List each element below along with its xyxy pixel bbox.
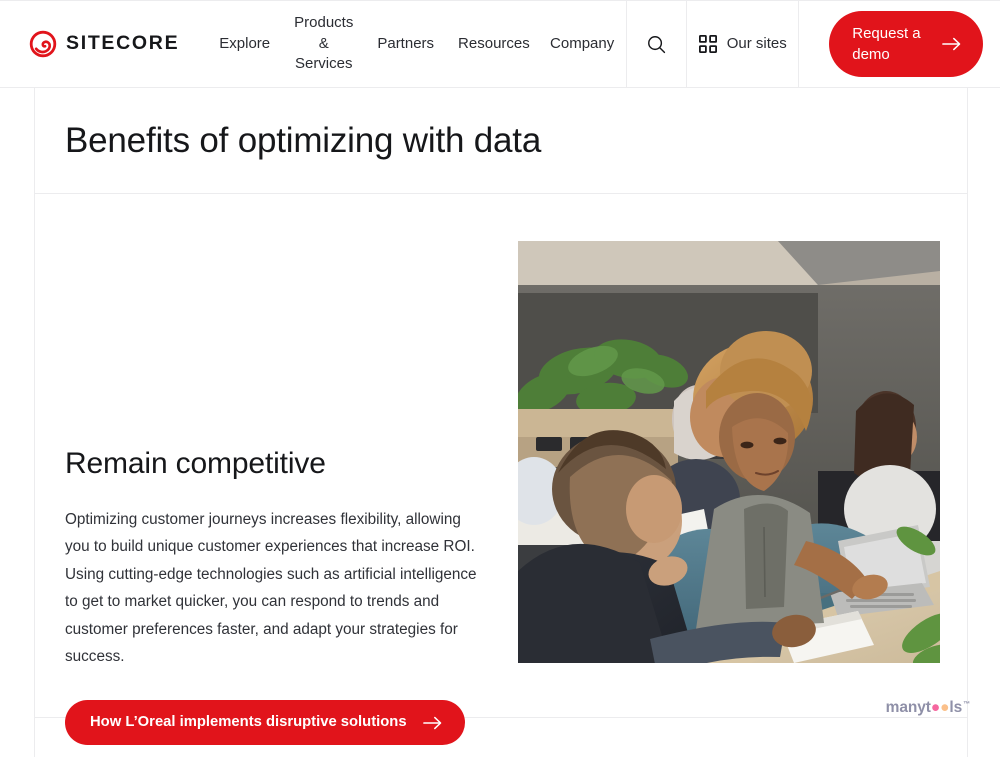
manytools-watermark: manyt ● ● ls ™ (886, 699, 970, 717)
page-title: Benefits of optimizing with data (65, 120, 542, 160)
sitecore-logo-link[interactable]: SITECORE (0, 1, 191, 87)
watermark-dot-two: ● (940, 699, 950, 716)
request-demo-label: Request a demo (852, 25, 921, 63)
nav-item-products-services[interactable]: Products & Services (282, 13, 365, 75)
request-demo-button[interactable]: Request a demo (829, 11, 984, 77)
watermark-dot-one: ● (930, 699, 941, 716)
page-root: SITECORE Explore Products & Services Par… (0, 0, 1000, 757)
main-navigation: Explore Products & Services Partners Res… (191, 1, 626, 87)
feature-image (518, 241, 940, 663)
content-shell: Benefits of optimizing with data Remain … (34, 88, 968, 757)
grid-apps-icon (698, 35, 717, 53)
search-icon (648, 35, 666, 53)
watermark-suffix: ls (949, 699, 963, 716)
search-button[interactable] (626, 1, 686, 87)
loreal-case-study-label: How L’Oreal implements disruptive soluti… (90, 714, 407, 731)
our-sites-label: Our sites (726, 34, 787, 52)
header-cta-container: Request a demo (798, 1, 1000, 87)
brand-wordmark: SITECORE (66, 32, 180, 55)
feature-copy-column: Remain competitive Optimizing customer j… (35, 194, 485, 746)
watermark-prefix: manyt (885, 699, 931, 716)
feature-section: Remain competitive Optimizing customer j… (35, 194, 967, 746)
arrow-right-icon (942, 37, 961, 51)
nav-item-explore[interactable]: Explore (207, 34, 282, 55)
sitecore-swirl-icon (29, 30, 57, 58)
loreal-case-study-button[interactable]: How L’Oreal implements disruptive soluti… (65, 700, 465, 746)
watermark-trademark: ™ (963, 701, 970, 708)
page-title-band: Benefits of optimizing with data (35, 88, 967, 194)
feature-heading: Remain competitive (65, 447, 326, 480)
arrow-right-icon (422, 716, 441, 730)
nav-item-company[interactable]: Company (538, 34, 626, 55)
feature-body-text: Optimizing customer journeys increases f… (65, 511, 477, 665)
nav-item-partners[interactable]: Partners (365, 34, 446, 55)
our-sites-button[interactable]: Our sites (686, 1, 798, 87)
site-header: SITECORE Explore Products & Services Par… (0, 0, 1000, 88)
nav-item-resources[interactable]: Resources (446, 34, 538, 55)
